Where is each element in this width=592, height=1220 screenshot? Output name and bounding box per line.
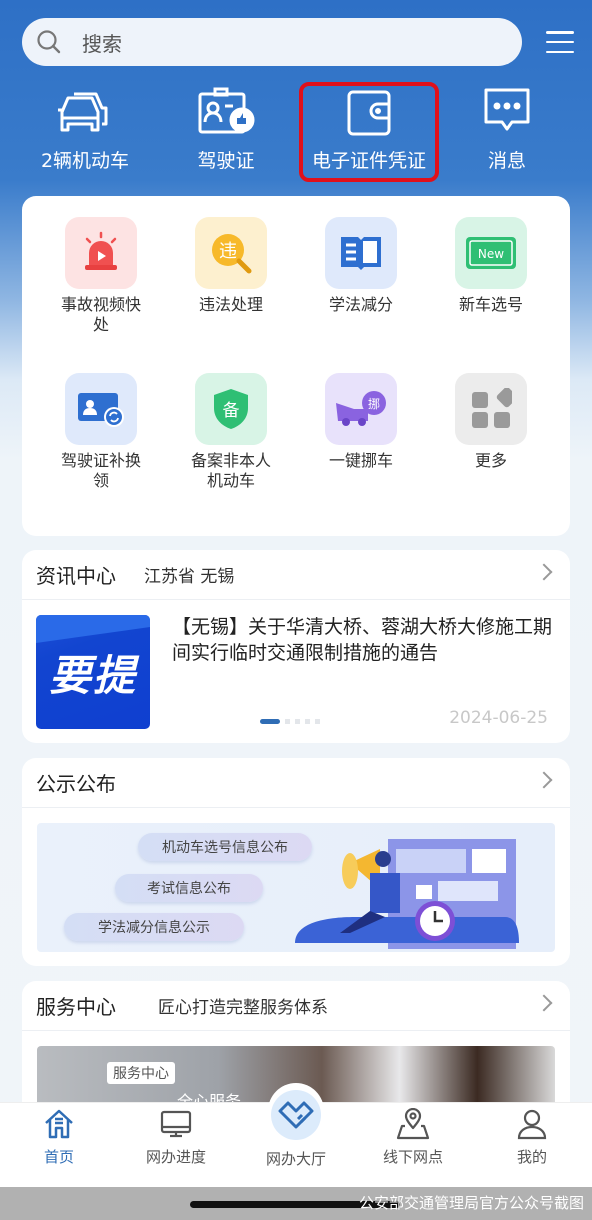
record-shield-icon: 备 bbox=[195, 373, 267, 445]
service-study-points[interactable]: 学法减分 bbox=[301, 217, 421, 315]
notice-header[interactable]: 公示公布 bbox=[22, 758, 570, 808]
search-bar[interactable]: 搜索 bbox=[22, 18, 522, 66]
service-label: 事故视频快处 bbox=[61, 295, 142, 334]
tab-label: 我的 bbox=[516, 1148, 547, 1166]
notice-pill[interactable]: 机动车选号信息公布 bbox=[138, 833, 312, 861]
service-violation[interactable]: 违 违法处理 bbox=[171, 217, 291, 315]
news-thumbnail[interactable]: 要提 bbox=[36, 615, 150, 729]
new-plate-icon: New bbox=[455, 217, 527, 289]
notice-pill[interactable]: 学法减分信息公示 bbox=[64, 913, 244, 941]
map-pin-icon bbox=[396, 1108, 430, 1140]
service-move-car[interactable]: 挪 一键挪车 bbox=[301, 373, 421, 471]
news-location[interactable]: 江苏省 无锡 bbox=[144, 562, 234, 587]
quick-action-e-certificate[interactable]: 电子证件凭证 bbox=[299, 82, 439, 182]
svg-text:New: New bbox=[478, 247, 504, 261]
tab-mine[interactable]: 我的 bbox=[477, 1108, 587, 1167]
tab-progress[interactable]: 网办进度 bbox=[121, 1108, 231, 1167]
svg-text:违: 违 bbox=[219, 241, 237, 262]
service-more[interactable]: 更多 bbox=[431, 373, 551, 471]
news-headline[interactable]: 【无锡】关于华清大桥、蓉湖大桥大修施工期间实行临时交通限制措施的通告 bbox=[172, 614, 552, 666]
handshake-heart-icon bbox=[271, 1090, 321, 1140]
service-center-subtitle: 匠心打造完整服务体系 bbox=[158, 998, 328, 1018]
tab-home[interactable]: 首页 bbox=[4, 1108, 114, 1167]
notice-pill[interactable]: 考试信息公布 bbox=[115, 874, 263, 902]
monitor-icon bbox=[160, 1110, 192, 1138]
tab-online-hall[interactable]: 网办大厅 bbox=[241, 1090, 351, 1169]
wallet-icon bbox=[347, 90, 391, 136]
car-icon bbox=[58, 92, 108, 132]
service-accident-video[interactable]: 事故视频快处 bbox=[41, 217, 161, 335]
chevron-right-icon[interactable] bbox=[535, 563, 553, 581]
service-label: 学法减分 bbox=[328, 295, 393, 314]
tab-label: 线下网点 bbox=[382, 1148, 443, 1166]
search-placeholder: 搜索 bbox=[82, 31, 122, 56]
tab-label: 网办进度 bbox=[145, 1148, 206, 1166]
quick-action-label: 电子证件凭证 bbox=[311, 150, 426, 172]
news-thumb-text: 要提 bbox=[48, 650, 137, 700]
service-license-replace[interactable]: 驾驶证补换领 bbox=[41, 373, 161, 491]
carousel-dots bbox=[260, 719, 320, 724]
tab-label: 首页 bbox=[43, 1148, 74, 1166]
news-date: 2024-06-25 bbox=[449, 708, 548, 728]
tab-offline-outlets[interactable]: 线下网点 bbox=[358, 1108, 468, 1167]
watermark: 公安部交通管理局官方公众号截图 bbox=[358, 1194, 584, 1212]
service-label: 一键挪车 bbox=[328, 451, 393, 470]
news-header[interactable]: 资讯中心 江苏省 无锡 bbox=[22, 550, 570, 600]
tow-truck-icon: 挪 bbox=[325, 373, 397, 445]
notice-banner[interactable]: 机动车选号信息公布 考试信息公布 学法减分信息公示 bbox=[37, 823, 555, 952]
more-grid-icon bbox=[455, 373, 527, 445]
book-icon bbox=[325, 217, 397, 289]
service-label: 备案非本人机动车 bbox=[191, 451, 272, 490]
services-grid-card: 事故视频快处 违 违法处理 学法减分 New 新车选号 驾驶证补换领 备 备案非… bbox=[22, 196, 570, 536]
user-icon bbox=[517, 1109, 547, 1140]
license-replace-icon bbox=[65, 373, 137, 445]
quick-action-label: 驾驶证 bbox=[197, 150, 255, 172]
quick-action-label: 消息 bbox=[487, 150, 526, 172]
bottom-bar: 公安部交通管理局官方公众号截图 bbox=[0, 1187, 592, 1220]
search-icon bbox=[37, 30, 61, 54]
notice-card: 公示公布 机动车选号信息公布 考试信息公布 学法减分信息公示 bbox=[22, 758, 570, 966]
alarm-video-icon bbox=[65, 217, 137, 289]
tab-label: 网办大厅 bbox=[265, 1150, 326, 1168]
notice-title: 公示公布 bbox=[36, 772, 116, 796]
hamburger-menu-icon[interactable] bbox=[546, 31, 574, 53]
svg-text:挪: 挪 bbox=[368, 397, 380, 411]
license-card-icon bbox=[198, 87, 255, 134]
quick-action-vehicles[interactable]: 2辆机动车 bbox=[15, 82, 155, 182]
news-card: 资讯中心 江苏省 无锡 要提 【无锡】关于华清大桥、蓉湖大桥大修施工期间实行临时… bbox=[22, 550, 570, 743]
service-center-title: 服务中心 bbox=[36, 995, 116, 1019]
service-label: 违法处理 bbox=[198, 295, 263, 314]
svg-text:备: 备 bbox=[223, 401, 240, 421]
quick-action-label: 2辆机动车 bbox=[40, 150, 130, 172]
service-record-vehicle[interactable]: 备 备案非本人机动车 bbox=[171, 373, 291, 491]
service-label: 驾驶证补换领 bbox=[61, 451, 142, 490]
news-title: 资讯中心 bbox=[36, 564, 116, 588]
chevron-right-icon[interactable] bbox=[535, 994, 553, 1012]
service-center-header[interactable]: 服务中心 匠心打造完整服务体系 bbox=[22, 981, 570, 1031]
service-label: 新车选号 bbox=[458, 295, 523, 314]
banner-tag: 服务中心 bbox=[107, 1062, 175, 1084]
chevron-right-icon[interactable] bbox=[535, 771, 553, 789]
service-label: 更多 bbox=[474, 451, 507, 470]
quick-action-license[interactable]: 驾驶证 bbox=[156, 82, 296, 182]
home-icon bbox=[45, 1109, 73, 1139]
megaphone-illustration bbox=[295, 839, 519, 949]
service-new-plate[interactable]: New 新车选号 bbox=[431, 217, 551, 315]
violation-icon: 违 bbox=[195, 217, 267, 289]
quick-action-messages[interactable]: 消息 bbox=[437, 82, 577, 182]
message-icon bbox=[484, 88, 530, 131]
